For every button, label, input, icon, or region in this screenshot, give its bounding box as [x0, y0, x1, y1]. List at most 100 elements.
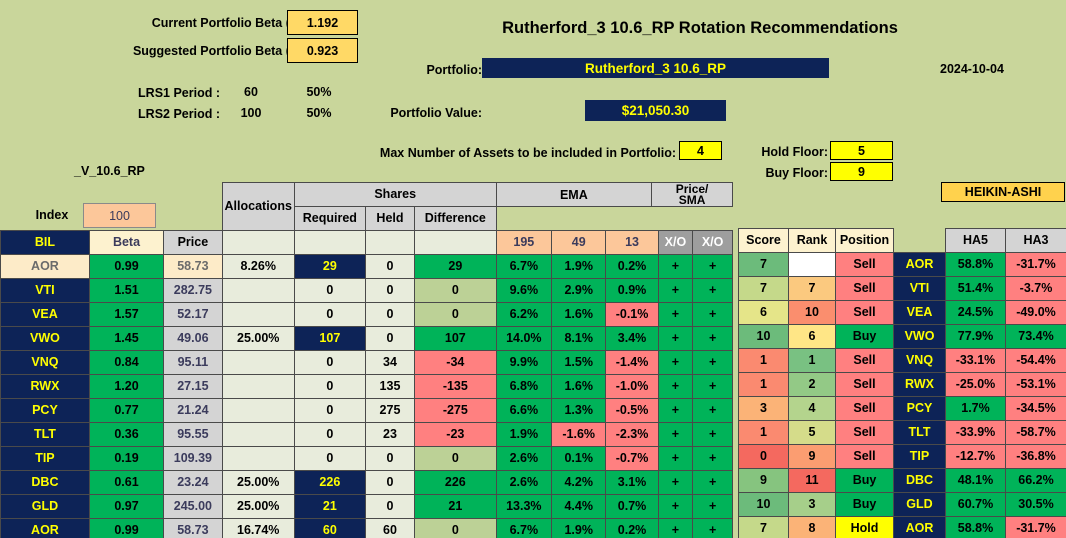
rank-cell: 5: [788, 420, 836, 445]
price-sma-line2: SMA: [678, 193, 706, 206]
hold-floor-input[interactable]: 5: [830, 141, 893, 160]
rank-cell: 4: [788, 396, 836, 421]
xo-sma-cell: +: [692, 518, 733, 538]
ema13-cell: 0.2%: [605, 254, 659, 279]
ema195-cell: 13.3%: [495, 494, 553, 519]
required-cell: 0: [293, 398, 366, 423]
ema195-cell: 14.0%: [495, 326, 553, 351]
table-row: GLD 0.97 245.00 25.00% 21 0 21 13.3% 4.4% 0.7% + +: [0, 494, 733, 519]
ema13-cell: -2.3%: [605, 422, 659, 447]
col-group-shares: Shares: [293, 182, 497, 207]
table-row: 9 11 Buy DBC 48.1% 66.2%: [738, 468, 1066, 493]
scoring-table: Score Rank Position HA5 HA3 7 Sell AOR 58.8…: [738, 228, 1066, 538]
ema49-cell: 8.1%: [551, 326, 607, 351]
held-cell: 0: [364, 326, 416, 351]
ema13-cell: -0.5%: [605, 398, 659, 423]
table-row: 7 8 Hold AOR 58.8% -31.7%: [738, 516, 1066, 538]
beta-cell: 0.19: [88, 446, 165, 471]
held-cell: 0: [364, 446, 416, 471]
max-assets-input[interactable]: 4: [679, 141, 722, 160]
ticker-cell: DBC: [893, 468, 946, 493]
ema49-cell: 1.3%: [551, 398, 607, 423]
xo-sma-cell: +: [692, 374, 733, 399]
xo-ema-cell: +: [657, 374, 694, 399]
ema13-cell: -1.4%: [605, 350, 659, 375]
ha5-cell: 24.5%: [945, 300, 1006, 325]
portfolio-name-field[interactable]: Rutherford_3 10.6_RP: [482, 58, 829, 78]
difference-cell: 0: [414, 518, 497, 538]
col-ha5: HA5: [945, 228, 1006, 253]
buy-floor-label: Buy Floor:: [765, 166, 829, 180]
ema49-cell: 2.9%: [551, 278, 607, 303]
ticker-cell: RWX: [0, 374, 90, 399]
ema13-cell: 3.1%: [605, 470, 659, 495]
ticker-cell: VTI: [0, 278, 90, 303]
ema49-cell: 1.6%: [551, 374, 607, 399]
position-badge: Sell: [835, 300, 894, 325]
col-group-ema: EMA: [497, 183, 653, 206]
scoring-table-body: 7 Sell AOR 58.8% -31.7% 7 7 Sell VTI 51.4% -3.7% 6 1…: [738, 252, 1066, 538]
col-ema-195: 195: [495, 230, 553, 255]
col-xo-ema: X/O: [657, 230, 694, 255]
ema195-cell: 1.9%: [495, 422, 553, 447]
lrs1-period-value: 60: [244, 85, 258, 99]
ticker-cell: VEA: [0, 302, 90, 327]
ema49-cell: 1.9%: [551, 254, 607, 279]
score-cell: 9: [738, 468, 789, 493]
beta-cell: 0.61: [88, 470, 165, 495]
lrs2-period-value: 100: [240, 106, 262, 120]
held-cell: 60: [364, 518, 416, 538]
held-cell: 0: [364, 470, 416, 495]
required-cell: 0: [293, 422, 366, 447]
ema49-cell: 1.5%: [551, 350, 607, 375]
required-cell: 0: [293, 350, 366, 375]
xo-ema-cell: +: [657, 254, 694, 279]
col-ema-49: 49: [551, 230, 607, 255]
spreadsheet-page: Current Portfolio Beta (AOR): 1.192 Sugg…: [0, 0, 1066, 538]
table-row: PCY 0.77 21.24 0 275 -275 6.6% 1.3% -0.5% + +: [0, 398, 733, 423]
spacer-cell-e: [894, 229, 946, 253]
price-cell: 58.73: [163, 254, 223, 279]
ha5-cell: 77.9%: [945, 324, 1006, 349]
table-row: VEA 1.57 52.17 0 0 0 6.2% 1.6% -0.1% + +: [0, 302, 733, 327]
beta-cell: 1.57: [88, 302, 165, 327]
rank-cell: 8: [788, 516, 836, 538]
xo-ema-cell: +: [657, 470, 694, 495]
allocation-cell: 25.00%: [221, 326, 295, 351]
col-held: Held: [364, 206, 416, 231]
score-cell: 10: [738, 492, 789, 517]
price-cell: 27.15: [163, 374, 223, 399]
ema195-cell: 6.8%: [495, 374, 553, 399]
ha3-cell: -53.1%: [1005, 372, 1066, 397]
ticker-cell: TLT: [893, 420, 946, 445]
version-label: _V_10.6_RP: [74, 164, 145, 178]
position-badge: Sell: [835, 348, 894, 373]
rank-cell: 2: [788, 372, 836, 397]
ema13-cell: 0.7%: [605, 494, 659, 519]
col-group-ema-sma-wrap: EMA Price/ SMA: [495, 182, 734, 207]
xo-ema-cell: +: [657, 350, 694, 375]
col-group-allocations: Allocations: [221, 182, 295, 231]
rank-cell: 9: [788, 444, 836, 469]
price-cell: 245.00: [163, 494, 223, 519]
ticker-cell: AOR: [893, 516, 946, 538]
xo-sma-cell: +: [692, 326, 733, 351]
ticker-cell: PCY: [0, 398, 90, 423]
xo-sma-cell: +: [692, 302, 733, 327]
ha3-cell: -31.7%: [1005, 252, 1066, 277]
position-badge: Sell: [835, 396, 894, 421]
ema49-cell: 4.4%: [551, 494, 607, 519]
ha5-cell: -33.9%: [945, 420, 1006, 445]
alloc-subhdr: [221, 230, 295, 255]
ha3-cell: 30.5%: [1005, 492, 1066, 517]
ticker-cell: TIP: [893, 444, 946, 469]
required-cell: 0: [293, 278, 366, 303]
score-cell: 1: [738, 348, 789, 373]
beta-cell: 0.84: [88, 350, 165, 375]
ticker-cell: VNQ: [893, 348, 946, 373]
ticker-cell: GLD: [0, 494, 90, 519]
rotation-table-body: AOR 0.99 58.73 8.26% 29 0 29 6.7% 1.9% 0.2% + + VTI 1…: [0, 254, 733, 538]
lrs2-period-label: LRS2 Period :: [138, 107, 220, 121]
buy-floor-input[interactable]: 9: [830, 162, 893, 181]
ticker-cell: VNQ: [0, 350, 90, 375]
